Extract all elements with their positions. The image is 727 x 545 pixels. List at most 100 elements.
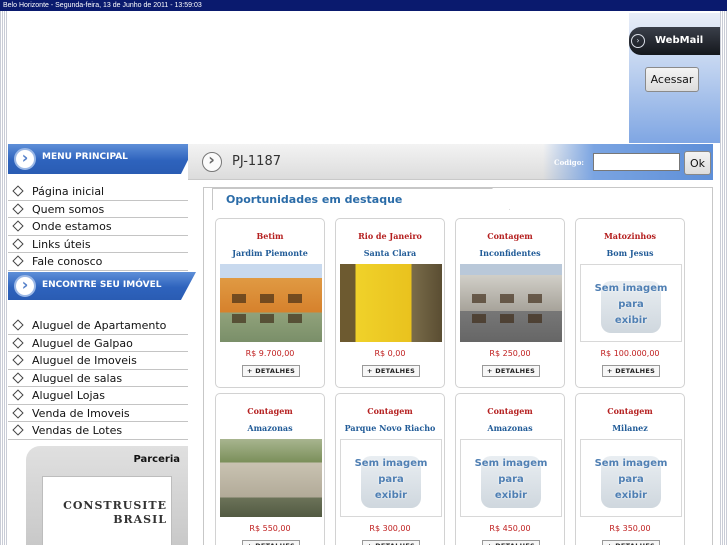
diamond-bullet-icon (12, 336, 24, 349)
card-neighborhood: Inconfidentes (479, 248, 541, 258)
construsite-logo-text: CONSTRUSITE BRASIL (63, 499, 167, 526)
card-city: Contagem (367, 406, 413, 416)
card-price: R$ 0,00 (374, 349, 406, 358)
category-label: Aluguel de salas (32, 371, 123, 385)
property-card[interactable]: Matozinhos Bom Jesus Sem imagem para exibir R… (575, 218, 685, 388)
menu-item-label: Links úteis (32, 237, 91, 251)
details-button[interactable]: + DETALHES (482, 540, 540, 545)
diamond-bullet-icon (12, 255, 24, 267)
category-aluguel-lojas[interactable]: Aluguel Lojas (8, 387, 188, 405)
menu-item-links-uteis[interactable]: Links úteis (8, 235, 188, 253)
card-neighborhood: Bom Jesus (606, 248, 654, 258)
menu-item-label: Onde estamos (32, 220, 112, 233)
card-neighborhood: Amazonas (487, 423, 533, 433)
details-button[interactable]: + DETALHES (362, 540, 420, 545)
property-card[interactable]: Betim Jardim Piemonte R$ 9.700,00 + DETALHE… (215, 218, 325, 388)
category-aluguel-apartamento[interactable]: Aluguel de Apartamento (8, 317, 188, 335)
card-city: Contagem (487, 406, 533, 416)
details-button[interactable]: + DETALHES (482, 365, 540, 377)
ok-button[interactable]: Ok (684, 151, 711, 175)
diamond-bullet-icon (12, 220, 24, 232)
codigo-label: Codigo: (554, 158, 584, 167)
details-button[interactable]: + DETALHES (242, 365, 300, 377)
window-shape (288, 314, 302, 323)
category-aluguel-galpao[interactable]: Aluguel de Galpao (8, 334, 188, 352)
property-photo[interactable] (220, 264, 322, 342)
frame-border-right (720, 11, 727, 545)
webmail-header: › WebMail (629, 27, 720, 55)
menu-principal-header: MENU PRINCIPAL (8, 144, 196, 174)
diamond-bullet-icon (12, 406, 24, 419)
category-label: Aluguel Lojas (32, 389, 106, 402)
no-image-placeholder[interactable]: Sem imagem para exibir (340, 439, 442, 517)
parceria-panel: Parceria CONSTRUSITE BRASIL (26, 446, 188, 545)
category-aluguel-imoveis[interactable]: Aluguel de Imoveis (8, 352, 188, 370)
card-neighborhood: Parque Novo Riacho (344, 423, 436, 433)
card-neighborhood: Jardim Piemonte (232, 248, 308, 258)
menu-item-label: Página inicial (32, 185, 105, 198)
chevron-right-icon (14, 275, 36, 297)
acessar-button[interactable]: Acessar (645, 67, 699, 92)
card-city: Contagem (607, 406, 653, 416)
category-label: Venda de Imoveis (32, 406, 130, 420)
window-shape (472, 314, 486, 323)
property-card[interactable]: Contagem Inconfidentes R$ 250,00 + DETALHES (455, 218, 565, 388)
window-shape (260, 294, 274, 303)
window-shape (472, 294, 486, 303)
card-price: R$ 300,00 (369, 524, 411, 533)
parceria-title: Parceria (133, 454, 180, 465)
window-shape (500, 314, 514, 323)
main-menu: Página inicial Quem somos Onde estamos L… (8, 183, 188, 271)
details-button[interactable]: + DETALHES (242, 540, 300, 545)
diamond-bullet-icon (12, 424, 24, 436)
diamond-bullet-icon (12, 202, 24, 215)
chevron-right-icon (202, 150, 222, 172)
property-photo[interactable] (340, 264, 442, 342)
details-button[interactable]: + DETALHES (362, 365, 420, 377)
frame-border-left (0, 11, 7, 545)
window-shape (528, 314, 542, 323)
card-price: R$ 450,00 (489, 524, 531, 533)
card-neighborhood: Santa Clara (363, 248, 417, 258)
chevron-right-icon: › (631, 34, 645, 48)
details-button[interactable]: + DETALHES (602, 540, 660, 545)
card-price: R$ 250,00 (489, 349, 531, 358)
property-card[interactable]: Contagem Parque Novo Riacho Sem imagem para… (335, 393, 445, 545)
no-image-placeholder[interactable]: Sem imagem para exibir (580, 264, 682, 342)
property-card[interactable]: Contagem Amazonas R$ 550,00 + DETALHES (215, 393, 325, 545)
window-shape (232, 294, 246, 303)
no-image-text: Sem imagem para exibir (474, 458, 548, 501)
no-image-text: Sem imagem para exibir (594, 283, 668, 326)
property-card[interactable]: Contagem Amazonas Sem imagem para exibir R$ 4… (455, 393, 565, 545)
card-city: Betim (256, 231, 284, 241)
construsite-logo[interactable]: CONSTRUSITE BRASIL (42, 476, 172, 545)
category-label: Vendas de Lotes (32, 424, 123, 437)
no-image-placeholder[interactable]: Sem imagem para exibir (460, 439, 562, 517)
menu-item-pagina-inicial[interactable]: Página inicial (8, 183, 188, 201)
menu-item-onde-estamos[interactable]: Onde estamos (8, 218, 188, 236)
reference-code: PJ-1187 (232, 154, 281, 169)
menu-item-fale-conosco[interactable]: Fale conosco (8, 253, 188, 271)
window-shape (500, 294, 514, 303)
category-aluguel-salas[interactable]: Aluguel de salas (8, 369, 188, 387)
property-photo[interactable] (220, 439, 322, 517)
no-image-placeholder[interactable]: Sem imagem para exibir (580, 439, 682, 517)
category-label: Aluguel de Imoveis (32, 354, 137, 367)
codigo-input[interactable] (593, 153, 680, 171)
property-card[interactable]: Contagem Milanez Sem imagem para exibir R$ 35… (575, 393, 685, 545)
category-label: Aluguel de Galpao (32, 336, 133, 350)
category-venda-imoveis[interactable]: Venda de Imoveis (8, 404, 188, 422)
date-time-bar: Belo Horizonte - Segunda-feira, 13 de Ju… (0, 0, 727, 11)
property-photo[interactable] (460, 264, 562, 342)
window-shape (528, 294, 542, 303)
diamond-bullet-icon (12, 185, 24, 197)
encontre-imovel-title: ENCONTRE SEU IMÓVEL (42, 280, 162, 290)
window-shape (260, 314, 274, 323)
details-button[interactable]: + DETALHES (602, 365, 660, 377)
category-vendas-lotes[interactable]: Vendas de Lotes (8, 422, 188, 440)
property-card[interactable]: Rio de Janeiro Santa Clara R$ 0,00 + DETALH… (335, 218, 445, 388)
menu-item-label: Quem somos (32, 202, 105, 216)
card-price: R$ 100.000,00 (600, 349, 660, 358)
no-image-text: Sem imagem para exibir (354, 458, 428, 501)
menu-item-quem-somos[interactable]: Quem somos (8, 200, 188, 218)
